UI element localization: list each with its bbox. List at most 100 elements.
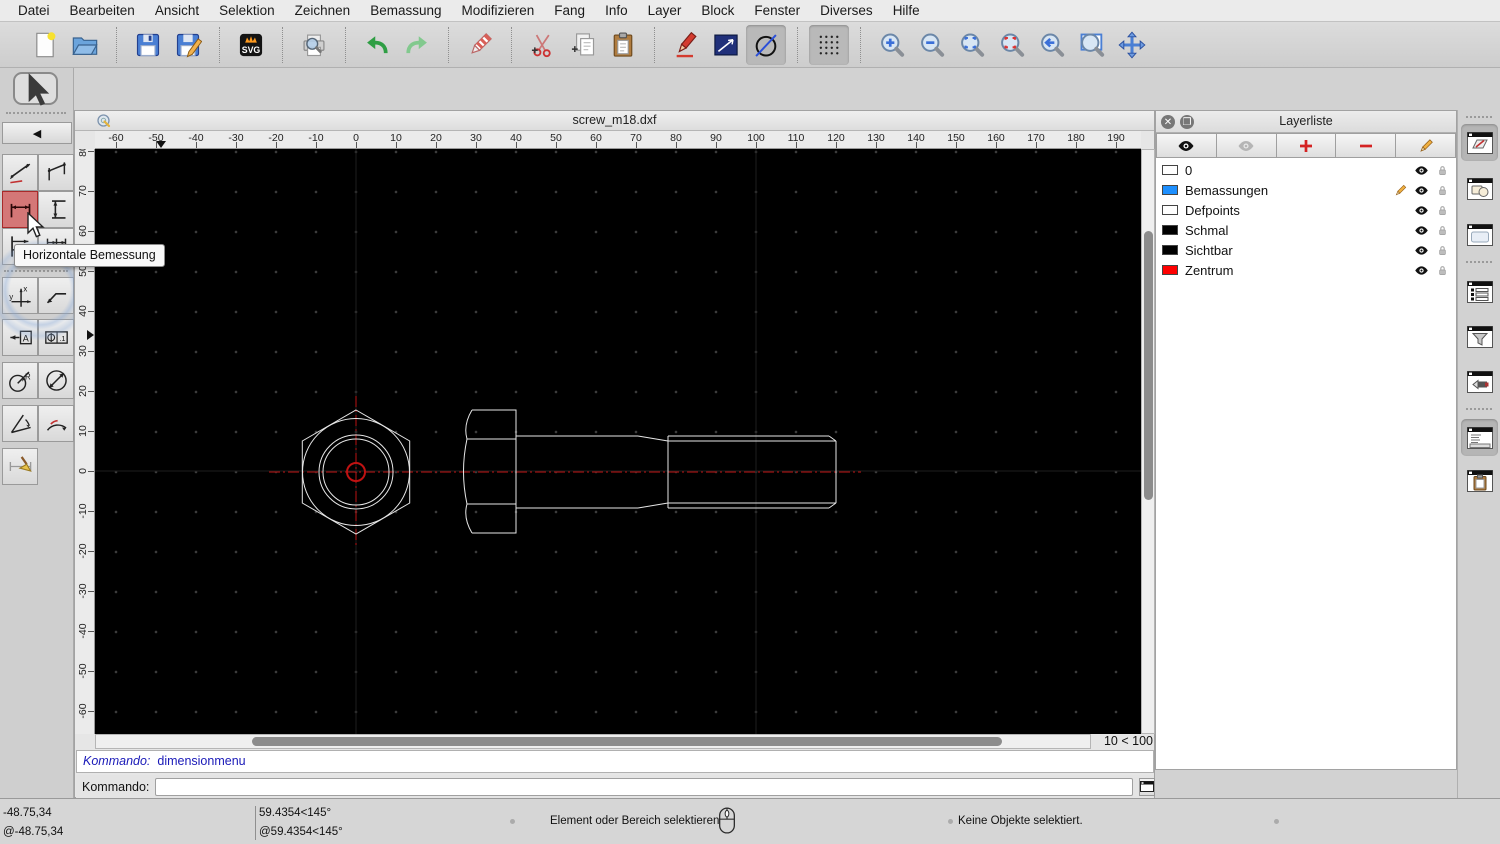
menu-fenster[interactable]: Fenster [744,0,810,22]
eye-icon[interactable] [1414,163,1429,178]
eye-icon[interactable] [1414,263,1429,278]
remove-layer-button[interactable] [1336,133,1397,158]
menu-bearbeiten[interactable]: Bearbeiten [60,0,145,22]
zoom-in-button[interactable] [872,25,912,65]
lock-icon[interactable] [1435,263,1450,278]
dock-drag-handle[interactable] [1466,116,1492,118]
dim-ordinate-button[interactable]: xy [2,277,38,314]
paste-button[interactable] [603,25,643,65]
layer-color-swatch[interactable] [1162,205,1178,215]
zoom-out-button[interactable] [912,25,952,65]
undo-button[interactable] [357,25,397,65]
menu-datei[interactable]: Datei [8,0,60,22]
layer-row[interactable]: 0 [1156,160,1456,180]
save-as-button[interactable] [168,25,208,65]
layer-color-swatch[interactable] [1162,165,1178,175]
vertical-scrollbar[interactable] [1141,149,1155,734]
layer-row[interactable]: Bemassungen [1156,180,1456,200]
layer-name[interactable]: Schmal [1185,223,1414,238]
dock-block-list-button[interactable] [1461,170,1498,207]
eye-icon[interactable] [1414,223,1429,238]
dock-library-browser-button[interactable] [1461,216,1498,253]
dim-leader-button[interactable] [38,277,74,314]
dim-aligned-button[interactable] [2,154,38,191]
menu-diverses[interactable]: Diverses [810,0,883,22]
horizontal-scrollbar-thumb[interactable] [252,737,1002,746]
pan-button[interactable] [1112,25,1152,65]
draw-line-button[interactable] [706,25,746,65]
copy-button[interactable] [563,25,603,65]
lock-icon[interactable] [1435,163,1450,178]
edit-layer-button[interactable] [1396,133,1456,158]
vertical-scrollbar-thumb[interactable] [1144,231,1153,500]
menu-modifizieren[interactable]: Modifizieren [452,0,545,22]
menu-zeichnen[interactable]: Zeichnen [285,0,361,22]
selection-tool-button[interactable] [13,72,58,106]
lock-icon[interactable] [1435,203,1450,218]
dim-angular-button[interactable] [2,405,38,442]
cut-button[interactable] [523,25,563,65]
dock-command-line-button[interactable] [1461,419,1498,456]
dock-clipboard-button[interactable] [1461,462,1498,499]
horizontal-scrollbar[interactable] [95,734,1091,749]
dim-arc-button[interactable] [38,405,74,442]
command-input[interactable] [155,777,1134,796]
dock-pen-palette-button[interactable] [1461,363,1498,400]
dim-radial-button[interactable]: R [2,362,38,399]
menu-selektion[interactable]: Selektion [209,0,285,22]
menu-bemassung[interactable]: Bemassung [360,0,451,22]
export-svg-button[interactable]: SVG [231,25,271,65]
print-preview-button[interactable] [294,25,334,65]
menu-info[interactable]: Info [595,0,638,22]
layer-color-swatch[interactable] [1162,265,1178,275]
command-keyboard-toggle-button[interactable] [1139,777,1156,796]
dim-linear-button[interactable] [38,154,74,191]
open-file-button[interactable] [65,25,105,65]
lock-icon[interactable] [1435,183,1450,198]
redo-button[interactable] [397,25,437,65]
delete-button[interactable] [460,25,500,65]
zoom-prev-button[interactable] [1032,25,1072,65]
layer-name[interactable]: Defpoints [1185,203,1414,218]
menu-layer[interactable]: Layer [638,0,692,22]
layer-name[interactable]: Sichtbar [1185,243,1414,258]
draw-pen-button[interactable] [666,25,706,65]
eye-icon[interactable] [1414,203,1429,218]
lock-icon[interactable] [1435,243,1450,258]
dock-entity-list-button[interactable] [1461,273,1498,310]
layers-toggle-visibility-button[interactable] [1156,133,1217,158]
dim-diametric-button[interactable] [38,362,74,399]
layer-row[interactable]: Zentrum [1156,260,1456,280]
dock-layer-list-button[interactable] [1461,124,1498,161]
zoom-auto-button[interactable] [952,25,992,65]
layer-row[interactable]: Schmal [1156,220,1456,240]
lock-icon[interactable] [1435,223,1450,238]
layers-toggle-visibility-others-button[interactable] [1216,133,1277,158]
layer-row[interactable]: Defpoints [1156,200,1456,220]
new-file-button[interactable] [25,25,65,65]
save-button[interactable] [128,25,168,65]
layer-name[interactable]: Bemassungen [1185,183,1393,198]
palette-drag-handle[interactable] [6,112,66,114]
layer-color-swatch[interactable] [1162,245,1178,255]
eye-icon[interactable] [1414,183,1429,198]
dim-brush-button[interactable] [2,448,38,485]
layer-color-swatch[interactable] [1162,225,1178,235]
layer-name[interactable]: 0 [1185,163,1414,178]
menu-fang[interactable]: Fang [544,0,595,22]
zoom-window-button[interactable] [1072,25,1112,65]
menu-hilfe[interactable]: Hilfe [883,0,930,22]
draw-circle-button[interactable] [746,24,786,65]
layer-color-swatch[interactable] [1162,185,1178,195]
layer-name[interactable]: Zentrum [1185,263,1414,278]
drawing-canvas[interactable] [95,149,1141,734]
dim-label-button[interactable]: A [2,319,38,356]
document-title-bar[interactable]: screw_m18.dxf [75,111,1154,131]
palette-back-button[interactable]: ◀ [2,122,72,144]
layer-panel-title-bar[interactable]: ✕ ❐ Layerliste [1156,111,1456,133]
eye-icon[interactable] [1414,243,1429,258]
add-layer-button[interactable] [1276,133,1337,158]
dim-tolerance-button[interactable]: .1 [38,319,74,356]
menu-block[interactable]: Block [691,0,744,22]
menu-ansicht[interactable]: Ansicht [145,0,209,22]
